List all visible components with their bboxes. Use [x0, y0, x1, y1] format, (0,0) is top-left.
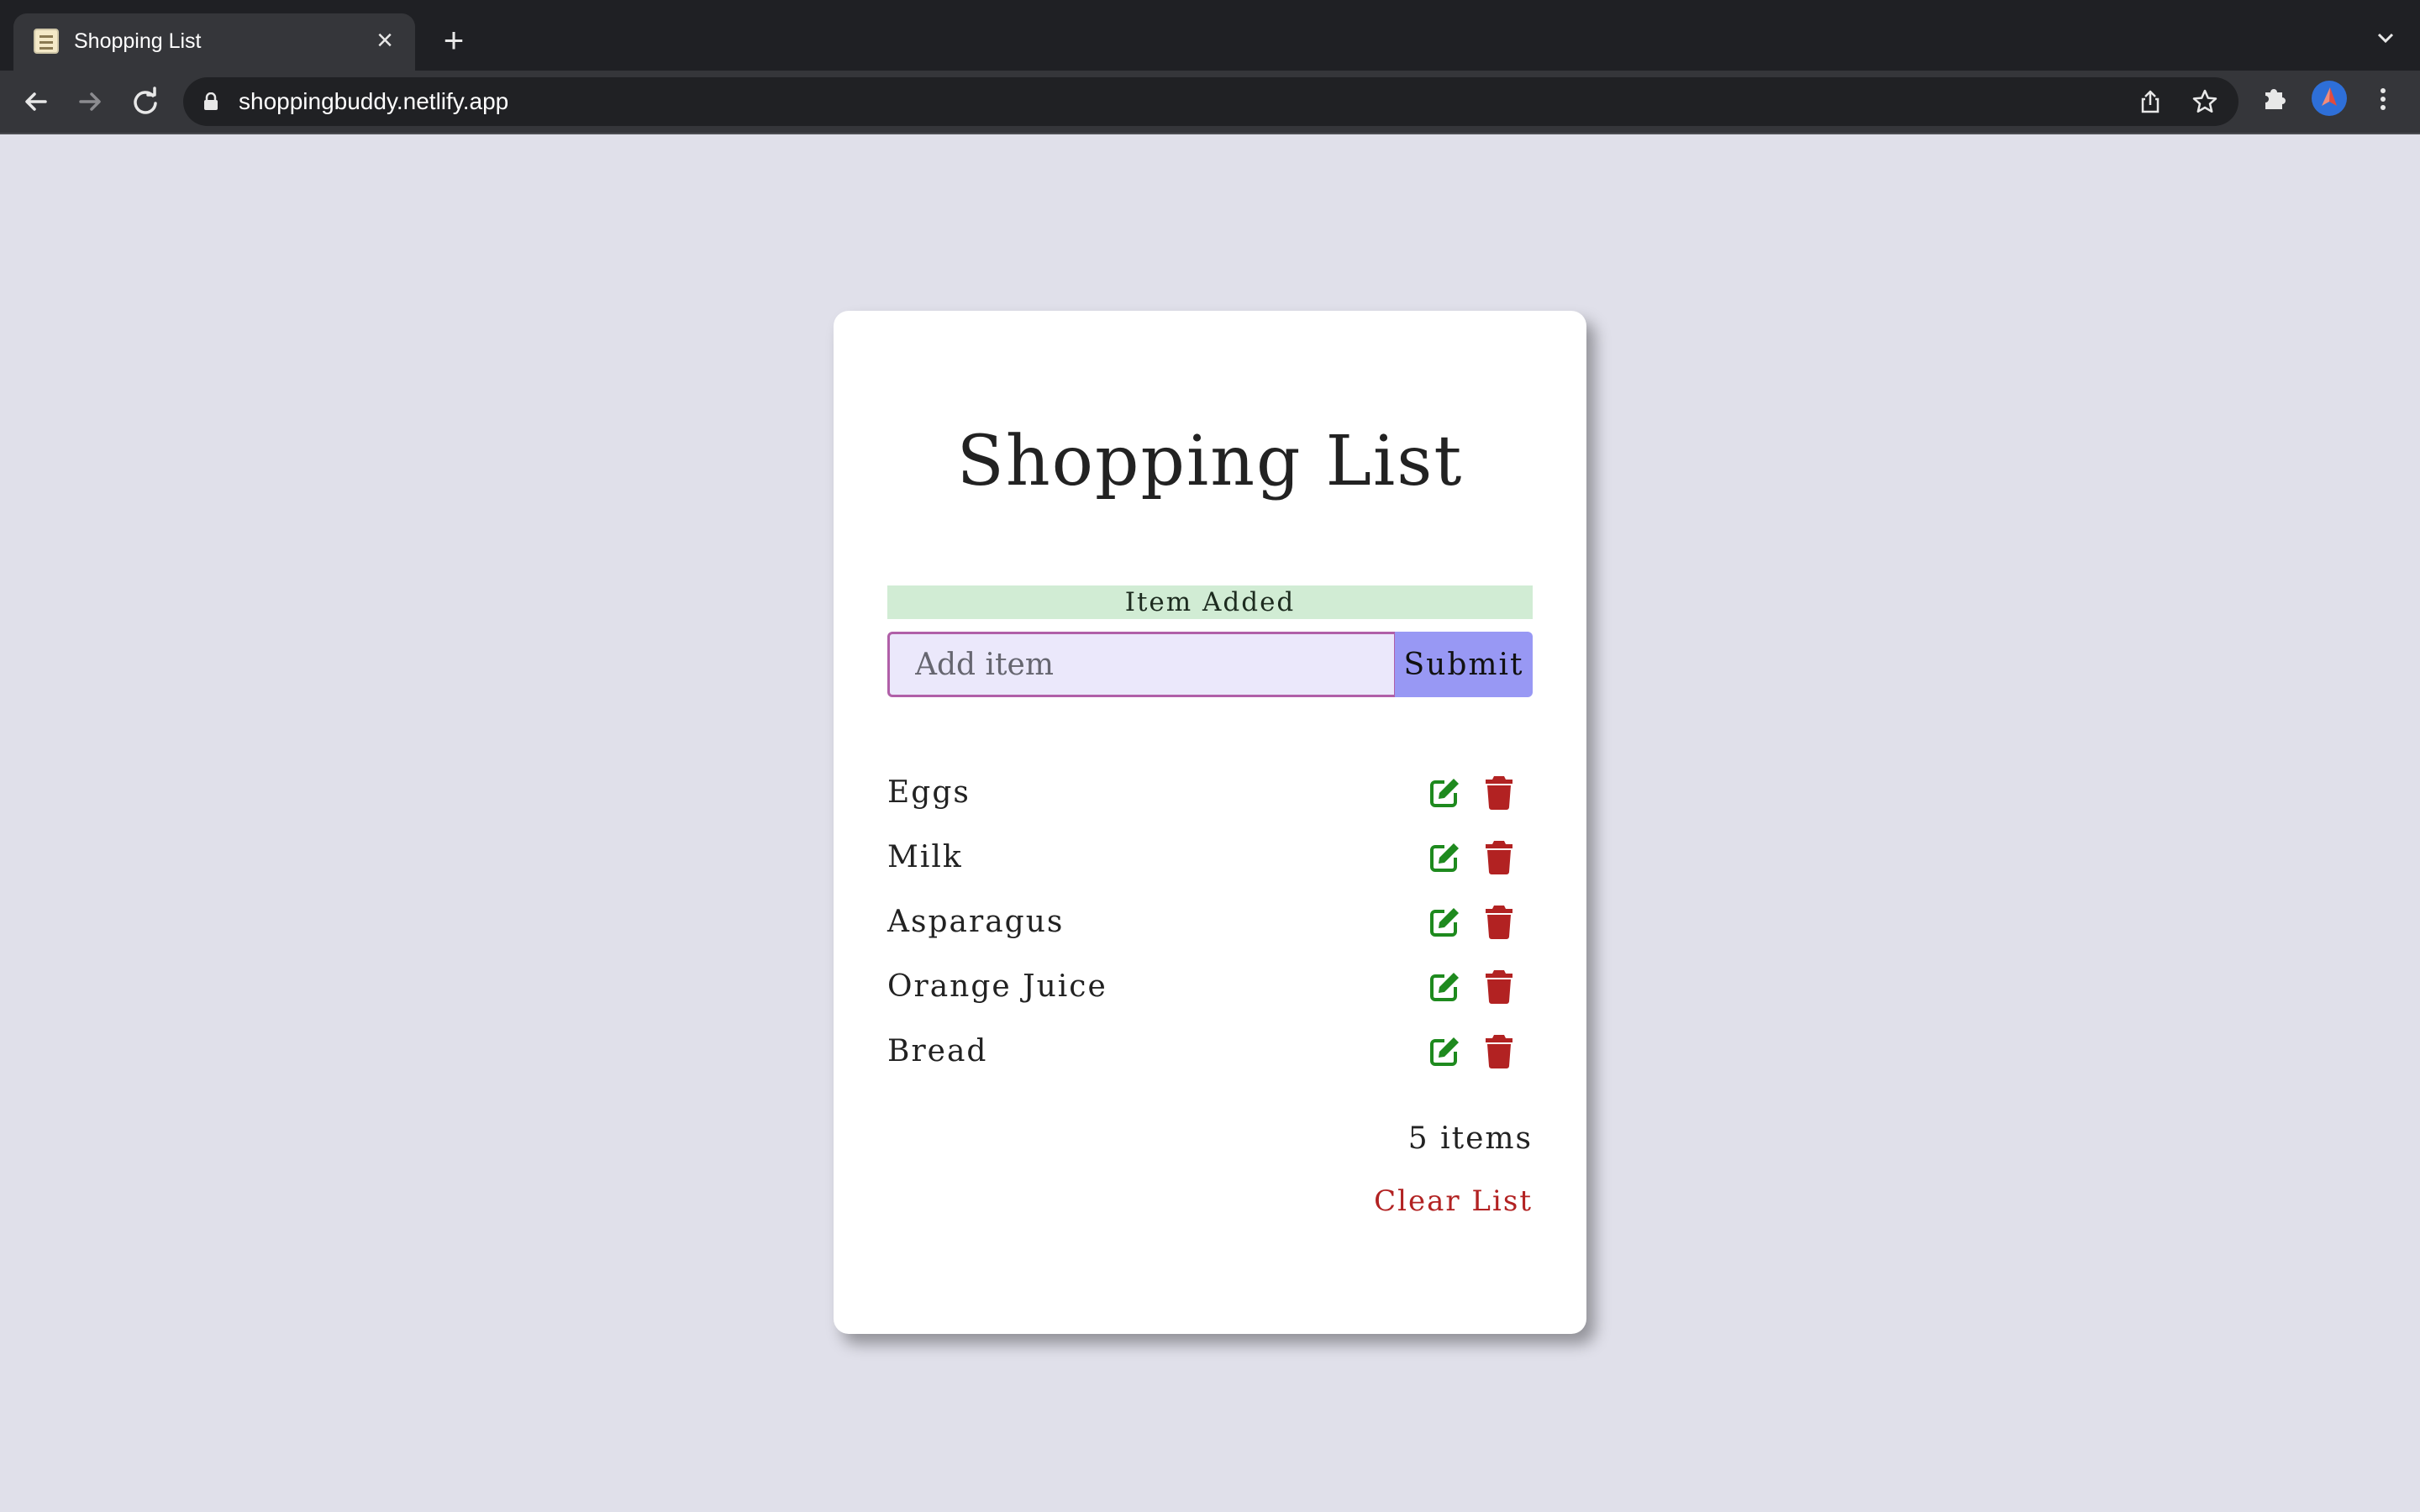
item-name: Milk [887, 840, 963, 874]
item-added-alert: Item Added [887, 585, 1533, 619]
browser-tab[interactable]: Shopping List × [13, 13, 415, 71]
bookmark-star-icon[interactable] [2191, 88, 2218, 115]
list-item: Milk [887, 829, 1533, 894]
edit-icon[interactable] [1428, 1035, 1461, 1068]
trash-icon[interactable] [1485, 969, 1513, 1004]
share-icon[interactable] [2138, 89, 2163, 114]
edit-icon[interactable] [1428, 776, 1461, 810]
close-tab-icon[interactable]: × [370, 25, 400, 55]
edit-icon[interactable] [1428, 970, 1461, 1004]
edit-icon[interactable] [1428, 841, 1461, 874]
submit-button[interactable]: Submit [1395, 632, 1533, 697]
chevron-down-icon[interactable] [2373, 25, 2398, 50]
extensions-puzzle-icon[interactable] [2260, 82, 2291, 113]
list-item: Eggs [887, 764, 1533, 829]
address-bar[interactable]: shoppingbuddy.netlify.app [183, 77, 2238, 126]
notepad-icon [34, 29, 59, 54]
back-arrow-icon[interactable] [18, 84, 54, 119]
url-text: shoppingbuddy.netlify.app [239, 88, 509, 114]
browser-tab-strip: Shopping List × + [0, 0, 2420, 71]
item-name: Bread [887, 1034, 988, 1068]
clear-list-button[interactable]: Clear List [1374, 1184, 1533, 1218]
trash-icon[interactable] [1485, 1033, 1513, 1068]
new-tab-icon[interactable]: + [437, 23, 471, 58]
trash-icon[interactable] [1485, 774, 1513, 810]
reload-icon[interactable] [128, 84, 163, 119]
lock-icon [204, 92, 218, 110]
item-name: Asparagus [887, 905, 1065, 939]
item-list: Eggs Milk Asparagus Orange Juice Bread [887, 764, 1533, 1088]
add-item-input[interactable] [887, 632, 1397, 697]
list-item: Bread [887, 1023, 1533, 1088]
edit-icon[interactable] [1428, 906, 1461, 939]
profile-avatar[interactable] [2312, 81, 2347, 116]
add-item-form: Submit [887, 632, 1533, 697]
list-item: Orange Juice [887, 958, 1533, 1023]
shopping-list-card: Shopping List Item Added Submit Eggs Mil… [834, 311, 1586, 1334]
trash-icon[interactable] [1485, 839, 1513, 874]
item-name: Eggs [887, 775, 971, 810]
profile-logo-icon [2322, 87, 2337, 106]
forward-arrow-icon[interactable] [72, 84, 108, 119]
browser-toolbar: shoppingbuddy.netlify.app [0, 71, 2420, 134]
tab-title: Shopping List [74, 29, 202, 53]
trash-icon[interactable] [1485, 904, 1513, 939]
list-item: Asparagus [887, 894, 1533, 958]
item-name: Orange Juice [887, 969, 1107, 1004]
item-count: 5 items [1407, 1121, 1533, 1156]
page-title: Shopping List [956, 422, 1464, 501]
more-menu-icon[interactable] [2373, 84, 2393, 114]
